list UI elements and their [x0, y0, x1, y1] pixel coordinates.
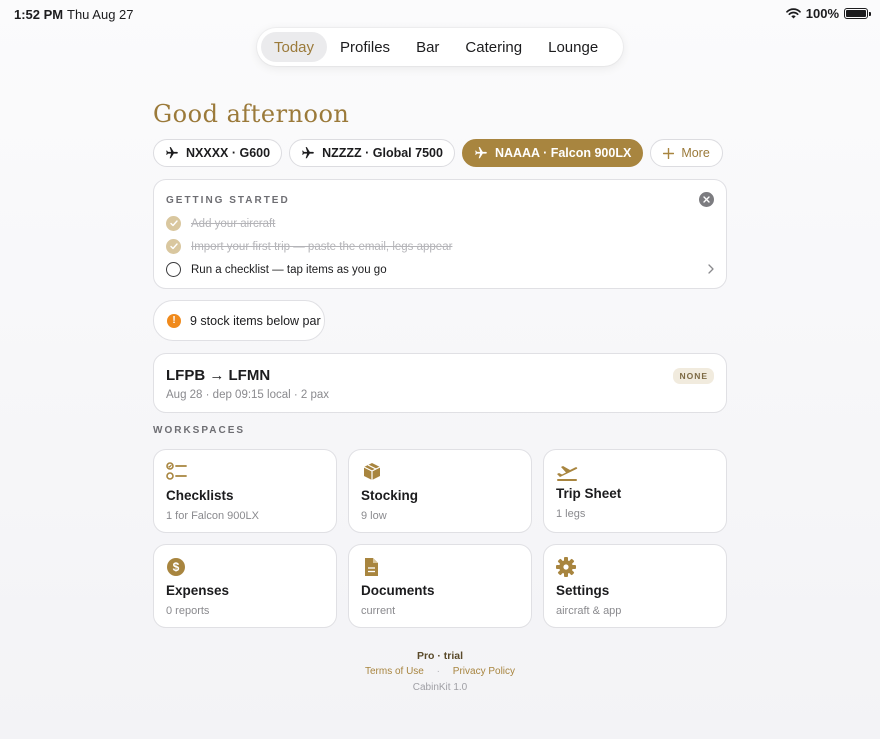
- more-aircraft-button[interactable]: More: [650, 139, 723, 167]
- status-bar: 1:52 PM Thu Aug 27 100%: [0, 0, 880, 28]
- checkmark-circle-icon: [166, 239, 181, 254]
- gear-icon: [556, 557, 576, 577]
- tab-catering[interactable]: Catering: [452, 32, 535, 62]
- stock-alert-button[interactable]: ! 9 stock items below par: [153, 300, 325, 341]
- trip-details: Aug 28 · dep 09:15 local · 2 pax: [166, 389, 330, 401]
- tile-subtitle: 1 for Falcon 900LX: [166, 510, 259, 522]
- aircraft-chip-naaaa[interactable]: NAAAA · Falcon 900LX: [461, 139, 644, 167]
- aircraft-chip-label: NZZZZ · Global 7500: [322, 146, 443, 160]
- battery-icon: [844, 8, 871, 19]
- workspace-tile-stocking[interactable]: Stocking 9 low: [348, 449, 532, 533]
- tile-subtitle: current: [361, 605, 396, 617]
- checkmark-circle-icon: [166, 216, 181, 231]
- getting-started-item-text: Import your first trip — paste the email…: [191, 240, 453, 253]
- privacy-link[interactable]: Privacy Policy: [453, 666, 515, 677]
- workspaces-heading: WORKSPACES: [153, 425, 246, 436]
- workspace-tile-settings[interactable]: Settings aircraft & app: [543, 544, 727, 628]
- status-time: 1:52 PM: [14, 7, 64, 22]
- airplane-icon: [166, 147, 178, 159]
- workspace-tile-expenses[interactable]: $ Expenses 0 reports: [153, 544, 337, 628]
- airplane-icon: [302, 147, 314, 159]
- chevron-right-icon: [708, 264, 714, 274]
- tile-title: Checklists: [166, 488, 234, 503]
- plan-status: Pro · trial: [416, 650, 464, 662]
- tile-title: Trip Sheet: [556, 486, 622, 501]
- trip-route: LFPB → LFMN: [166, 367, 271, 384]
- greeting-title: Good afternoon: [153, 100, 350, 128]
- getting-started-card: GETTING STARTED Add your aircraft Import…: [153, 179, 727, 289]
- footer-separator: ·: [436, 666, 440, 677]
- tab-profiles[interactable]: Profiles: [327, 32, 403, 62]
- getting-started-item-text: Add your aircraft: [191, 217, 276, 230]
- aircraft-chip-nzzzz[interactable]: NZZZZ · Global 7500: [289, 139, 455, 167]
- dollar-icon: $: [167, 558, 185, 576]
- getting-started-item-run-checklist[interactable]: Run a checklist — tap items as you go: [166, 262, 387, 277]
- box-icon: [363, 463, 381, 480]
- plus-icon: [663, 147, 675, 159]
- battery-percent: 100%: [805, 6, 839, 21]
- getting-started-item-text: Run a checklist — tap items as you go: [191, 263, 387, 276]
- workspace-tile-trip-sheet[interactable]: Trip Sheet 1 legs: [543, 449, 727, 533]
- workspace-tile-checklists[interactable]: Checklists 1 for Falcon 900LX: [153, 449, 337, 533]
- airplane-icon: [475, 147, 487, 159]
- wifi-icon: [785, 8, 801, 19]
- close-icon[interactable]: [699, 192, 714, 207]
- document-icon: [365, 558, 378, 576]
- aircraft-selector: NXXXX · G600 NZZZZ · Global 7500 NAAAA ·…: [153, 139, 723, 167]
- getting-started-item-import-trip[interactable]: Import your first trip — paste the email…: [166, 239, 452, 254]
- tile-title: Documents: [361, 583, 435, 598]
- stock-alert-text: 9 stock items below par: [190, 313, 321, 328]
- tile-subtitle: aircraft & app: [556, 605, 622, 617]
- top-tab-bar: Today Profiles Bar Catering Lounge: [257, 28, 623, 66]
- aircraft-chip-label: NXXXX · G600: [186, 146, 271, 160]
- tile-subtitle: 0 reports: [166, 605, 210, 617]
- tile-subtitle: 9 low: [361, 510, 387, 522]
- empty-circle-icon: [166, 262, 181, 277]
- tab-bar[interactable]: Bar: [403, 32, 452, 62]
- plane-takeoff-icon: [557, 466, 578, 481]
- getting-started-item-add-aircraft[interactable]: Add your aircraft: [166, 216, 275, 231]
- upcoming-trip-card[interactable]: LFPB → LFMN Aug 28 · dep 09:15 local · 2…: [153, 353, 727, 413]
- more-label: More: [681, 146, 710, 160]
- tile-subtitle: 1 legs: [556, 508, 586, 520]
- status-indicators: 100%: [785, 6, 871, 21]
- workspace-tile-documents[interactable]: Documents current: [348, 544, 532, 628]
- tab-today[interactable]: Today: [261, 32, 328, 62]
- aircraft-chip-label: NAAAA · Falcon 900LX: [494, 146, 632, 160]
- aircraft-chip-nxxxx[interactable]: NXXXX · G600: [153, 139, 283, 167]
- tab-lounge[interactable]: Lounge: [535, 32, 611, 62]
- svg-text:$: $: [173, 560, 180, 574]
- getting-started-title: GETTING STARTED: [166, 195, 290, 206]
- app-version: CabinKit 1.0: [412, 682, 468, 693]
- tile-title: Stocking: [361, 488, 419, 503]
- footer-links: Terms of Use · Privacy Policy: [0, 666, 880, 677]
- warning-icon: !: [167, 313, 181, 328]
- checklist-icon: [166, 462, 187, 480]
- tile-title: Expenses: [166, 583, 230, 598]
- status-date: Thu Aug 27: [67, 7, 134, 22]
- trip-status-badge: NONE: [673, 368, 714, 384]
- terms-link[interactable]: Terms of Use: [365, 666, 424, 677]
- tile-title: Settings: [556, 583, 610, 598]
